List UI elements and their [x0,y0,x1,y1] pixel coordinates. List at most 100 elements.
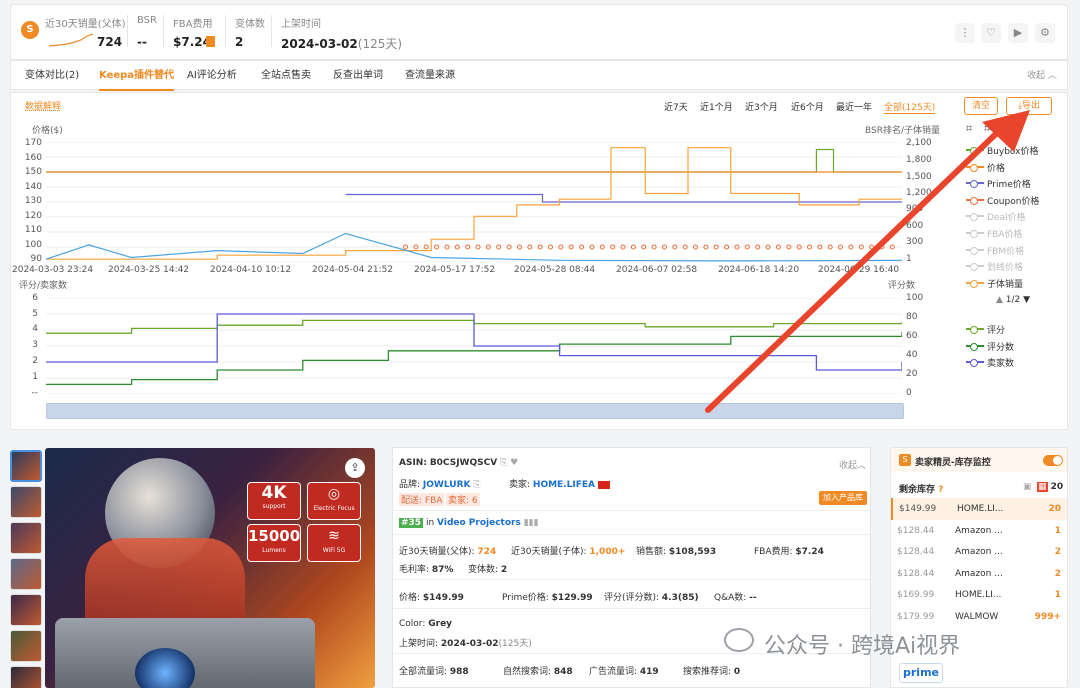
calculator-icon[interactable] [206,36,215,47]
tab-keepa[interactable]: Keepa插件替代 [99,61,175,91]
stock-cell: $128.44 [897,525,935,536]
sales-value: 724 [97,35,123,49]
stock-row[interactable]: $128.44 Amazon ... 2 [891,541,1067,563]
badge-wifi: ≋ WiFi 5G [307,524,361,562]
stock-cell: 20 [1048,504,1061,514]
help-icon: ? [938,485,944,495]
stock-row[interactable]: $128.44 Amazon ... 1 [891,520,1067,542]
stock-cell: WALMOW [955,612,999,622]
seller-link[interactable]: HOME.LIFEA [533,480,595,490]
thumbnail[interactable] [10,630,42,662]
divider [393,510,870,511]
divider [271,15,272,47]
share-icon[interactable]: ⇪ [345,458,365,478]
stock-cell: $128.44 [897,547,935,558]
tick-label: 100 [24,239,42,250]
info-field: 评分(评分数): 4.3(85) [604,593,699,603]
wifi-icon: ≋ [328,528,340,544]
tick-label: 170 [24,138,42,148]
range-7d[interactable]: 近7天 [664,100,688,113]
tab-variant-compare[interactable]: 变体对比(2) [25,61,79,91]
bsr-label: BSR [137,15,157,26]
divider [393,534,870,535]
copy-icon[interactable]: ⎘ [500,458,507,468]
tab-traffic-source[interactable]: 查流量来源 [405,61,455,91]
category-link[interactable]: Video Projectors [437,518,521,528]
more-icon[interactable]: ⋮ [955,23,975,43]
rating-axis-label: 评分/卖家数 [19,281,68,291]
badge-4k: 4K support [247,482,301,520]
stock-cell: 2 [1054,547,1061,558]
color-row: Color: Grey [399,619,453,629]
brand-row: 品牌: JOWLURK ⎘ [399,480,481,490]
add-to-library-button[interactable]: 加入产品库 [819,491,867,505]
fba-label: FBA费用 [173,19,213,30]
divider [225,15,226,47]
price-ticks: 170 160 150 140 130 120 110 100 90 [14,138,42,268]
camera-icon[interactable]: ▣ [1023,482,1032,492]
info-field: 搜索推荐词: 0 [683,667,741,677]
launch-row: 上架时间: 2024-03-02(125天) [399,639,532,649]
astronaut-body-icon [85,538,245,628]
watermark: 公众号 · 跨境Ai视界 [724,624,1074,664]
video-icon[interactable]: ▶ [1008,23,1028,43]
tick-label: 140 [24,181,42,192]
thumbnail[interactable] [10,666,42,688]
stock-cell: $179.99 [897,612,935,622]
remain-stock-count: ▦ 20 [1037,482,1064,492]
info-field: 毛利率: 87% [399,565,454,575]
tab-all-sites[interactable]: 全站点售卖 [261,61,311,91]
tick-label: 6 [32,293,38,303]
info-field: 广告流量词: 419 [589,667,659,677]
tick-label: 120 [24,210,42,221]
thumbnail[interactable] [10,594,42,626]
tick-label: 1 [32,372,38,382]
stock-row[interactable]: $169.99 HOME.LI... 1 [891,584,1067,606]
brand-link[interactable]: JOWLURK [423,480,471,490]
tick-label: 3 [32,340,38,350]
launch-value: 2024-03-02(125天) [281,37,403,51]
collapse-tabs-button[interactable]: 收起 ︿ [1027,61,1057,91]
sellers-tag: 卖家: 6 [446,493,480,506]
prime-badge-icon: prime [899,663,943,683]
info-field: 价格: $149.99 [399,593,464,603]
thumbnail[interactable] [10,450,42,482]
thumbnail[interactable] [10,486,42,518]
stock-cell: 2 [1054,568,1061,579]
tick-label: -- [31,388,39,398]
data-explain-link[interactable]: 数据解释 [25,99,61,112]
stock-cell: HOME.LI... [955,590,1002,601]
info-field: 近30天销量(父体): 724 [399,547,497,557]
stats-bar: S 近30天销量(父体) 724 BSR -- FBA费用 $7.24 变体数 … [10,4,1068,60]
collapse-info-button[interactable]: 收起︿ [839,458,866,471]
tab-ai-review[interactable]: AI评论分析 [187,61,237,91]
focus-icon: ◎ [327,486,341,502]
wechat-icon [724,628,754,652]
stock-cell: Amazon ... [955,547,1003,558]
x-tick: 2024-06-07 02:58 [616,265,698,275]
x-tick: 2024-05-04 21:52 [312,265,394,275]
stock-row[interactable]: $128.44 Amazon ... 2 [891,563,1067,585]
info-field: 销售额: $108,593 [636,547,717,557]
sales-label: 近30天销量(父体) [45,19,126,30]
thumbnail[interactable] [10,522,42,554]
badge-electric-focus: ◎ Electric Focus [307,482,361,520]
rank-row: #35 in Video Projectors ▮▮▮ [399,518,539,528]
divider [163,15,164,47]
bar-chart-icon: ▮▮▮ [523,518,539,528]
remain-stock-label: 剩余库存 ? [899,485,944,495]
stock-cell: HOME.LI... [957,504,1004,514]
stock-row[interactable]: $149.99 HOME.LI... 20 [891,498,1067,520]
product-image[interactable]: 4K support ◎ Electric Focus 15000 Lumens… [45,448,375,688]
stock-toggle[interactable] [1043,455,1063,466]
stock-cell: $169.99 [897,590,935,601]
settings-icon[interactable]: ⚙ [1035,23,1055,43]
seller-sprite-icon: S [899,454,911,466]
heart-icon[interactable]: ♥ [510,458,518,468]
thumbnail[interactable] [10,558,42,590]
info-field: 全部流量词: 988 [399,667,469,677]
stock-title: 卖家精灵-库存监控 [915,458,991,468]
tick-label: 150 [24,167,42,177]
heart-icon[interactable]: ♡ [981,23,1001,43]
tab-reverse-keywords[interactable]: 反查出单词 [333,61,383,91]
